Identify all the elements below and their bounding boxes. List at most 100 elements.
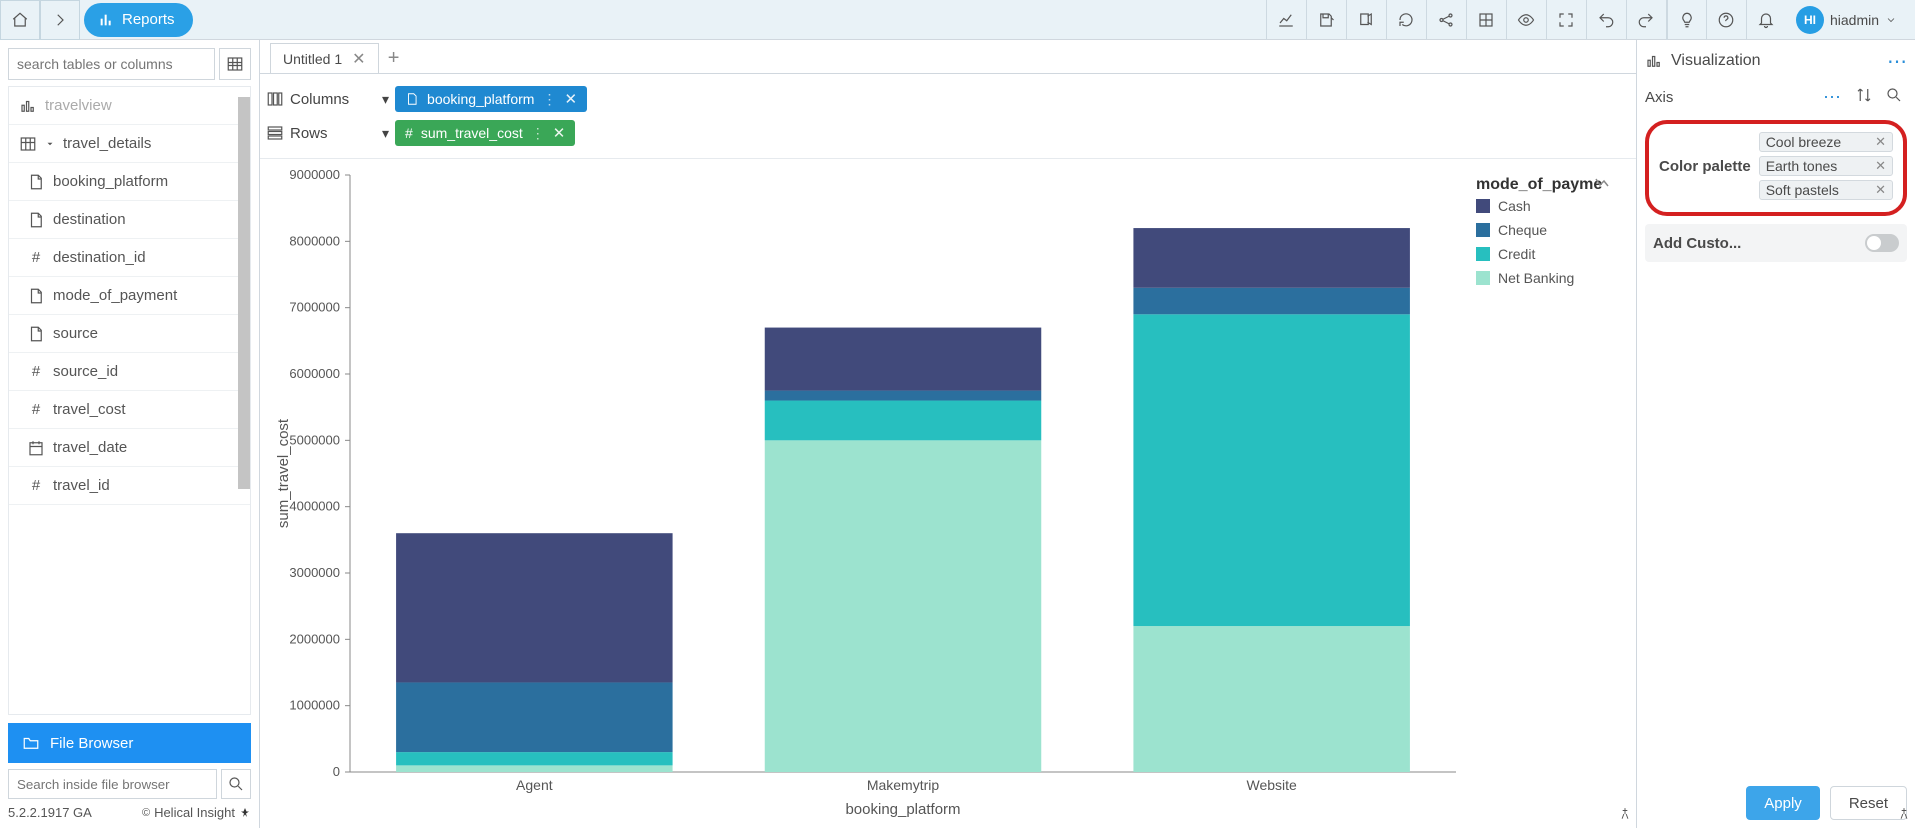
redo-icon: [1637, 11, 1655, 29]
tool-fullscreen[interactable]: [1546, 0, 1586, 40]
tool-undo[interactable]: [1586, 0, 1626, 40]
properties-panel: Visualization ⋯ Axis ⋯ Color palette Coo…: [1637, 40, 1915, 828]
svg-text:1000000: 1000000: [289, 698, 340, 713]
swap-icon: [1855, 86, 1873, 104]
chip-remove[interactable]: ✕: [1875, 182, 1886, 198]
tree-item-destination-id[interactable]: # destination_id: [9, 239, 250, 277]
pill-label: sum_travel_cost: [421, 125, 523, 141]
axis-swap-button[interactable]: [1847, 86, 1881, 108]
tool-export[interactable]: [1346, 0, 1386, 40]
tree-item-label: source: [53, 325, 98, 342]
tool-save[interactable]: [1306, 0, 1346, 40]
tree-item-destination[interactable]: destination: [9, 201, 250, 239]
svg-text:Website: Website: [1247, 777, 1298, 793]
pill-label: booking_platform: [427, 91, 534, 107]
columns-shelf: Columns ▾ booking_platform ⋮ ✕: [266, 84, 1630, 114]
pill-settings-icon[interactable]: ⋮: [542, 91, 556, 108]
tree-item-travelview[interactable]: travelview: [9, 87, 250, 125]
schema-tree[interactable]: travelview travel_details booking_platfo…: [8, 86, 251, 715]
pill-remove-button[interactable]: ✕: [553, 124, 566, 142]
tool-notifications[interactable]: [1746, 0, 1786, 40]
palette-chip[interactable]: Cool breeze✕: [1759, 132, 1893, 152]
tree-item-travel-details[interactable]: travel_details: [9, 125, 250, 163]
tool-share[interactable]: [1426, 0, 1466, 40]
file-browser-button[interactable]: File Browser: [8, 723, 251, 763]
tab-untitled-1[interactable]: Untitled 1 ✕: [270, 43, 379, 73]
home-button[interactable]: [0, 0, 40, 40]
tab-add-button[interactable]: +: [379, 43, 409, 73]
tool-help[interactable]: [1706, 0, 1746, 40]
rows-dropdown[interactable]: ▾: [376, 125, 395, 142]
bar-segment: [765, 401, 1042, 441]
scrollbar-thumb[interactable]: [238, 97, 250, 489]
apply-label: Apply: [1764, 795, 1802, 812]
visualization-label: Visualization: [1671, 52, 1761, 70]
bar-segment: [765, 440, 1042, 772]
panel-pin[interactable]: [1897, 807, 1911, 824]
table-icon: [226, 55, 244, 73]
tool-preview[interactable]: [1506, 0, 1546, 40]
tool-chart-line[interactable]: [1266, 0, 1306, 40]
tool-layout[interactable]: [1466, 0, 1506, 40]
user-name: hiadmin: [1830, 12, 1879, 28]
row-pill-sum-travel-cost[interactable]: # sum_travel_cost ⋮ ✕: [395, 120, 575, 146]
column-pill-booking-platform[interactable]: booking_platform ⋮ ✕: [395, 86, 587, 112]
breadcrumb-reports[interactable]: Reports: [84, 3, 193, 37]
top-toolbar: HI hiadmin: [1266, 0, 1915, 40]
chart-icon: [98, 12, 114, 28]
tool-redo[interactable]: [1626, 0, 1666, 40]
canvas-area: Untitled 1 ✕ + Columns ▾ booking_platfor…: [260, 40, 1637, 828]
visualization-more[interactable]: ⋯: [1887, 49, 1907, 74]
tree-item-source[interactable]: source: [9, 315, 250, 353]
axis-search-button[interactable]: [1881, 86, 1907, 108]
chart-pin[interactable]: [1618, 807, 1632, 824]
tree-item-label: travel_details: [63, 135, 151, 152]
palette-chip[interactable]: Soft pastels✕: [1759, 180, 1893, 200]
svg-text:6000000: 6000000: [289, 366, 340, 381]
tree-item-mode-of-payment[interactable]: mode_of_payment: [9, 277, 250, 315]
hash-icon: #: [27, 363, 45, 380]
axis-more[interactable]: ⋯: [1823, 87, 1847, 108]
main: travelview travel_details booking_platfo…: [0, 40, 1915, 828]
version-label: 5.2.2.1917 GA: [8, 805, 92, 820]
tool-refresh[interactable]: [1386, 0, 1426, 40]
chip-remove[interactable]: ✕: [1875, 158, 1886, 174]
help-icon: [1717, 11, 1735, 29]
pill-settings-icon[interactable]: ⋮: [531, 125, 545, 142]
bar-segment: [765, 328, 1042, 391]
tree-item-travel-date[interactable]: travel_date: [9, 429, 250, 467]
user-menu[interactable]: HI hiadmin: [1786, 6, 1907, 34]
pill-remove-button[interactable]: ✕: [564, 90, 577, 108]
sidebar-table-toggle[interactable]: [219, 48, 251, 80]
chart-icon: [19, 97, 37, 115]
sidebar-search-input[interactable]: [8, 48, 215, 80]
tree-item-source-id[interactable]: # source_id: [9, 353, 250, 391]
export-icon: [1357, 11, 1375, 29]
tree-item-travel-cost[interactable]: # travel_cost: [9, 391, 250, 429]
columns-dropdown[interactable]: ▾: [376, 91, 395, 108]
tab-close-button[interactable]: ✕: [352, 49, 365, 69]
chip-remove[interactable]: ✕: [1875, 134, 1886, 150]
add-custom-toggle[interactable]: [1865, 234, 1899, 252]
tool-tips[interactable]: [1666, 0, 1706, 40]
tree-item-booking-platform[interactable]: booking_platform: [9, 163, 250, 201]
bar-segment: [396, 752, 673, 765]
tree-item-label: source_id: [53, 363, 118, 380]
palette-chip[interactable]: Earth tones✕: [1759, 156, 1893, 176]
svg-text:2000000: 2000000: [289, 631, 340, 646]
color-palette-section: Color palette Cool breeze✕Earth tones✕So…: [1645, 120, 1907, 216]
add-custom-label: Add Custo...: [1653, 235, 1865, 252]
file-browser-search-input[interactable]: [8, 769, 217, 799]
file-browser-search-button[interactable]: [221, 769, 251, 799]
add-custom-row: Add Custo...: [1645, 224, 1907, 262]
tree-item-label: destination_id: [53, 249, 146, 266]
powered-by-label: Helical Insight: [154, 805, 235, 820]
svg-text:7000000: 7000000: [289, 300, 340, 315]
tree-item-travel-id[interactable]: # travel_id: [9, 467, 250, 505]
reset-button[interactable]: Reset: [1830, 786, 1907, 820]
breadcrumb-next-button[interactable]: [40, 0, 80, 40]
field-text-icon: [27, 287, 45, 305]
tree-item-label: travel_cost: [53, 401, 126, 418]
apply-button[interactable]: Apply: [1746, 786, 1820, 820]
bar-segment: [1133, 314, 1410, 626]
